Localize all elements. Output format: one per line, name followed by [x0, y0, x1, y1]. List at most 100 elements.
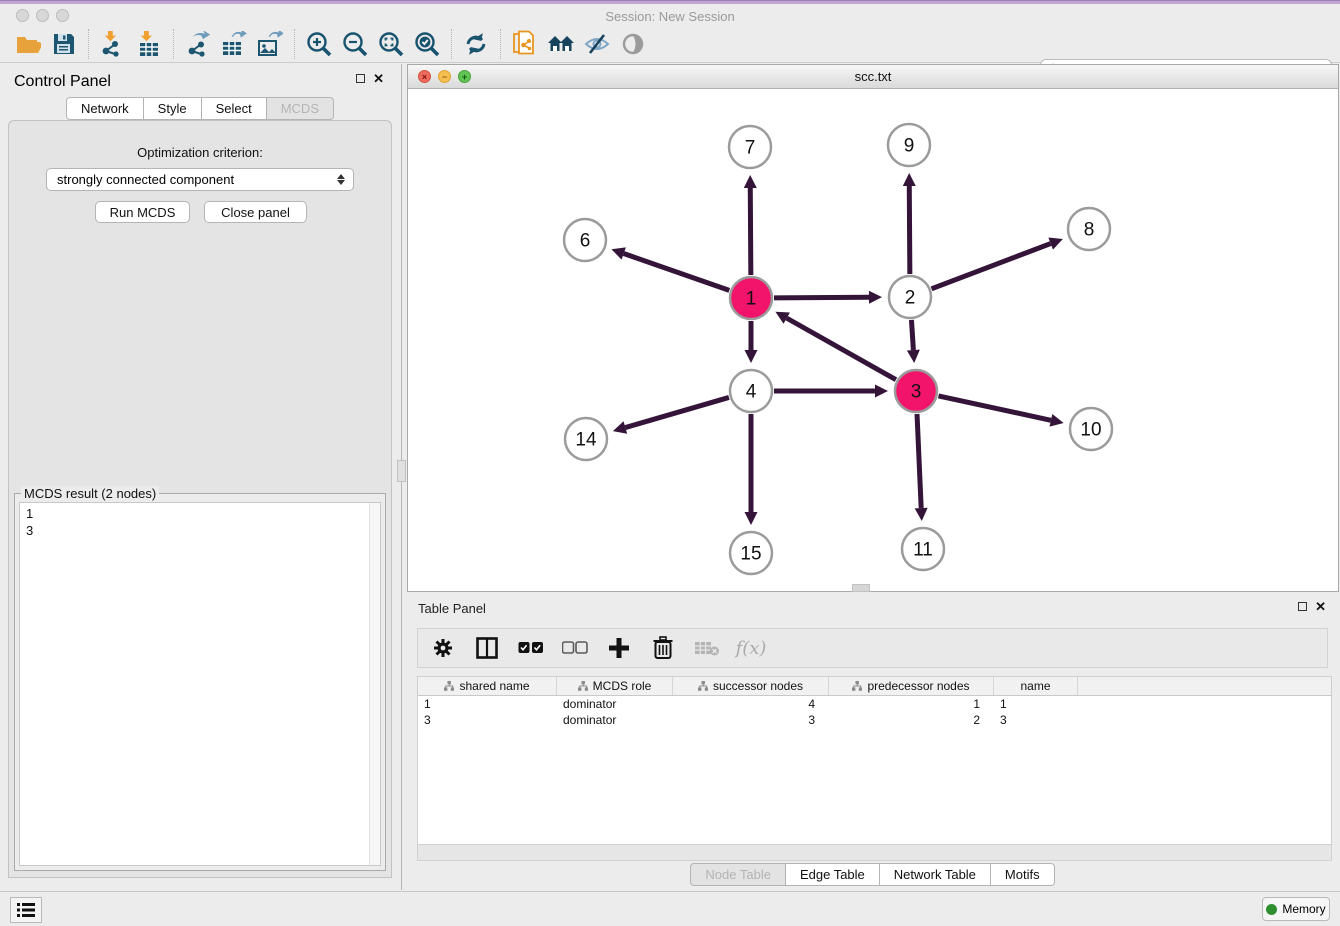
delete-table-button[interactable]	[692, 633, 722, 663]
float-panel-icon[interactable]	[356, 74, 365, 83]
close-panel-button[interactable]: Close panel	[204, 201, 307, 223]
zoom-in-button[interactable]	[301, 28, 337, 60]
control-panel-window-controls: ✕	[356, 74, 384, 83]
graph-edge[interactable]	[787, 318, 896, 380]
graph-node-label: 10	[1080, 420, 1101, 441]
zoom-selected-button[interactable]	[409, 28, 445, 60]
network-window-titlebar[interactable]: × − + scc.txt	[408, 65, 1338, 89]
column-header-predecessor-nodes[interactable]: predecessor nodes	[829, 677, 994, 695]
delete-column-button[interactable]	[648, 633, 678, 663]
table-row[interactable]: 1 dominator 4 1 1	[418, 696, 1331, 712]
import-network-button[interactable]	[95, 28, 131, 60]
tab-style[interactable]: Style	[144, 97, 202, 120]
zoom-fit-button[interactable]	[373, 28, 409, 60]
memory-label: Memory	[1282, 902, 1325, 916]
export-image-button[interactable]	[252, 28, 288, 60]
column-label: name	[1020, 679, 1050, 693]
network-view-window: × − + scc.txt 7968124314101511	[407, 64, 1339, 592]
import-table-button[interactable]	[131, 28, 167, 60]
export-network-button[interactable]	[180, 28, 216, 60]
cell-mcds-role: dominator	[557, 696, 673, 712]
edge-arrowhead	[915, 508, 928, 521]
graph-node-label: 8	[1084, 220, 1095, 241]
column-header-successor-nodes[interactable]: successor nodes	[673, 677, 829, 695]
tab-mcds[interactable]: MCDS	[267, 97, 334, 120]
show-button[interactable]	[615, 28, 651, 60]
memory-button[interactable]: Memory	[1262, 897, 1330, 921]
hierarchy-icon	[852, 681, 862, 691]
zoom-selected-icon	[414, 31, 440, 57]
vertical-split-handle[interactable]	[397, 460, 406, 482]
run-mcds-button[interactable]: Run MCDS	[95, 201, 190, 223]
mcds-result-title: MCDS result (2 nodes)	[21, 486, 159, 501]
deselect-all-button[interactable]	[560, 633, 590, 663]
select-all-button[interactable]	[516, 633, 546, 663]
refresh-layout-button[interactable]	[458, 28, 494, 60]
home-button[interactable]	[543, 28, 579, 60]
edge-arrowhead	[611, 247, 625, 259]
optimization-criterion-label: Optimization criterion:	[9, 145, 391, 160]
toolbar-separator	[294, 29, 295, 59]
tab-select[interactable]: Select	[202, 97, 267, 120]
graph-edge[interactable]	[917, 414, 921, 508]
mcds-result-textarea[interactable]: 1 3	[19, 502, 381, 866]
graph-edge[interactable]	[625, 397, 729, 427]
horizontal-split-handle[interactable]	[852, 584, 870, 592]
tab-network[interactable]: Network	[66, 97, 144, 120]
zoom-in-icon	[306, 31, 332, 57]
criterion-select[interactable]: strongly connected component	[46, 168, 354, 191]
graph-node-label: 2	[905, 288, 916, 309]
save-disk-icon	[53, 33, 75, 55]
graph-edge[interactable]	[750, 188, 751, 275]
refresh-icon	[463, 31, 489, 57]
apply-function-button[interactable]: f(x)	[736, 633, 766, 663]
column-header-name[interactable]: name	[994, 677, 1078, 695]
network-graph[interactable]: 7968124314101511	[408, 89, 1338, 591]
export-table-button[interactable]	[216, 28, 252, 60]
graph-edge[interactable]	[909, 186, 910, 274]
result-scrollbar[interactable]	[369, 503, 380, 865]
open-session-button[interactable]	[10, 28, 46, 60]
edge-arrowhead	[869, 291, 882, 304]
add-column-button[interactable]	[604, 633, 634, 663]
unchecked-boxes-icon	[562, 641, 588, 655]
hide-button[interactable]	[579, 28, 615, 60]
graph-edge[interactable]	[938, 396, 1050, 420]
clone-network-icon	[513, 30, 537, 58]
list-icon	[17, 902, 35, 918]
toolbar-separator	[173, 29, 174, 59]
graph-edge[interactable]	[932, 244, 1051, 289]
column-label: shared name	[459, 679, 529, 693]
column-header-mcds-role[interactable]: MCDS role	[557, 677, 673, 695]
mcds-result-groupbox: MCDS result (2 nodes) 1 3	[14, 493, 386, 871]
column-header-shared-name[interactable]: shared name	[418, 677, 557, 695]
graph-node-label: 14	[575, 430, 597, 451]
tab-edge-table[interactable]: Edge Table	[786, 863, 880, 886]
zoom-out-button[interactable]	[337, 28, 373, 60]
table-panel: Table Panel ✕ f(x)	[405, 597, 1340, 890]
tab-motifs[interactable]: Motifs	[991, 863, 1055, 886]
task-history-button[interactable]	[10, 897, 42, 923]
toolbar-separator	[500, 29, 501, 59]
graph-node-label: 15	[740, 544, 761, 565]
close-panel-icon[interactable]: ✕	[1315, 602, 1326, 611]
toolbar-separator	[88, 29, 89, 59]
save-session-button[interactable]	[46, 28, 82, 60]
graph-edge[interactable]	[911, 320, 913, 350]
table-scroll-band[interactable]	[417, 845, 1332, 861]
tab-node-table[interactable]: Node Table	[690, 863, 786, 886]
eye-icon	[620, 32, 646, 56]
close-panel-icon[interactable]: ✕	[373, 74, 384, 83]
table-settings-button[interactable]	[428, 633, 458, 663]
mcds-result-line: 1	[26, 505, 380, 522]
float-panel-icon[interactable]	[1298, 602, 1307, 611]
clone-network-button[interactable]	[507, 28, 543, 60]
tab-network-table[interactable]: Network Table	[880, 863, 991, 886]
graph-edge[interactable]	[774, 297, 869, 298]
show-columns-button[interactable]	[472, 633, 502, 663]
table-row[interactable]: 3 dominator 3 2 3	[418, 712, 1331, 728]
cell-name: 3	[994, 712, 1078, 728]
import-table-icon	[137, 31, 161, 57]
graph-edge[interactable]	[624, 254, 730, 291]
export-network-icon	[185, 31, 211, 57]
